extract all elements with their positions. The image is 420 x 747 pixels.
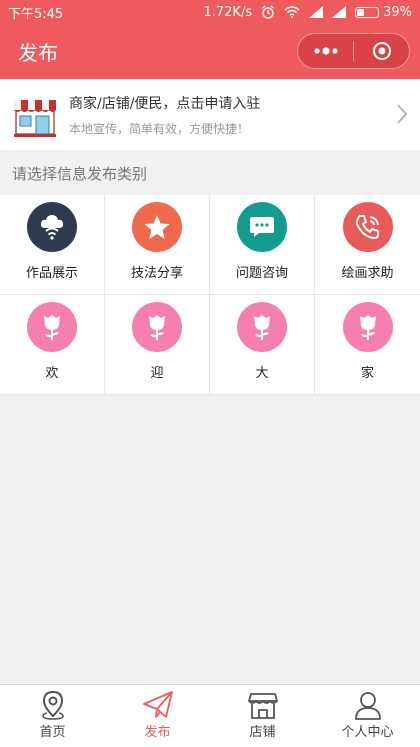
location-pin-icon xyxy=(41,690,64,720)
category-icon-circle xyxy=(132,202,182,252)
category-section-title: 请选择信息发布类别 xyxy=(12,165,148,183)
category-icon-circle xyxy=(132,302,182,352)
flower-icon xyxy=(254,315,270,340)
category-icon-circle xyxy=(237,202,287,252)
chat-bubble-icon xyxy=(250,217,274,237)
merchant-subtitle: 本地宣传，简单有效，方便快捷！ xyxy=(69,121,250,136)
signal-icon xyxy=(332,6,347,18)
battery: 39% xyxy=(355,5,412,20)
bottom-tab-bar: 首页 发布 店铺 个人中心 xyxy=(0,684,420,747)
flower-icon xyxy=(149,315,165,340)
more-button[interactable] xyxy=(298,34,353,68)
mini-program-capsule xyxy=(297,33,410,69)
tab-home[interactable]: 首页 xyxy=(0,685,105,747)
tab-store[interactable]: 店铺 xyxy=(210,685,315,747)
category-label: 家 xyxy=(360,366,374,381)
battery-icon xyxy=(355,6,380,18)
category-item[interactable]: 技法分享 xyxy=(105,195,210,295)
network-speed: 1.72K/s xyxy=(203,4,253,20)
paper-plane-icon xyxy=(142,691,173,718)
tab-label: 个人中心 xyxy=(341,725,394,740)
category-item[interactable]: 欢 xyxy=(0,295,105,395)
flower-icon xyxy=(44,315,60,340)
close-button[interactable] xyxy=(354,34,409,68)
category-icon-circle xyxy=(237,302,287,352)
alarm-icon xyxy=(262,5,274,19)
category-label: 大 xyxy=(255,366,269,381)
category-icon-circle xyxy=(27,202,77,252)
category-label: 绘画求助 xyxy=(341,266,394,281)
nav-bar: 发布 xyxy=(0,24,420,79)
tab-label: 发布 xyxy=(144,725,171,740)
shop-icon xyxy=(14,99,56,137)
category-label: 欢 xyxy=(45,366,59,381)
battery-level xyxy=(357,8,364,16)
page-title: 发布 xyxy=(18,41,58,65)
merchant-apply-banner[interactable]: 商家/店铺/便民，点击申请入驻 本地宣传，简单有效，方便快捷！ xyxy=(0,79,420,150)
store-icon xyxy=(247,693,278,719)
category-icon-circle xyxy=(27,302,77,352)
category-icon-circle xyxy=(342,302,393,352)
chevron-right-icon xyxy=(397,104,408,124)
category-label: 迎 xyxy=(150,366,164,381)
category-item[interactable]: 大 xyxy=(210,295,315,395)
more-dots-icon xyxy=(313,47,338,55)
status-bar: 下午5:45 1.72K/s 39% xyxy=(0,0,420,24)
star-icon xyxy=(144,215,170,239)
cloud-signal-icon xyxy=(40,215,64,240)
category-item[interactable]: 作品展示 xyxy=(0,195,105,295)
tab-publish[interactable]: 发布 xyxy=(105,685,210,747)
category-item[interactable]: 绘画求助 xyxy=(315,195,420,295)
category-label: 作品展示 xyxy=(25,266,78,281)
category-grid: 作品展示 技法分享 问题咨询 绘画求助 欢 迎 大 家 xyxy=(0,195,420,395)
category-label: 技法分享 xyxy=(130,266,183,281)
category-item[interactable]: 问题咨询 xyxy=(210,195,315,295)
category-item[interactable]: 家 xyxy=(315,295,420,395)
phone-icon xyxy=(355,215,379,239)
category-icon-circle xyxy=(342,202,393,252)
close-target-icon xyxy=(372,42,391,60)
tab-profile[interactable]: 个人中心 xyxy=(315,685,420,747)
category-item[interactable]: 迎 xyxy=(105,295,210,395)
person-icon xyxy=(354,692,381,720)
merchant-title: 商家/店铺/便民，点击申请入驻 xyxy=(69,95,261,112)
category-label: 问题咨询 xyxy=(235,266,288,281)
tab-label: 首页 xyxy=(39,725,66,740)
tab-label: 店铺 xyxy=(249,725,276,740)
signal-icon xyxy=(309,6,324,18)
battery-percent: 39% xyxy=(383,4,412,20)
wifi-icon xyxy=(284,6,300,18)
flower-icon xyxy=(359,315,376,340)
status-time: 下午5:45 xyxy=(8,6,64,22)
